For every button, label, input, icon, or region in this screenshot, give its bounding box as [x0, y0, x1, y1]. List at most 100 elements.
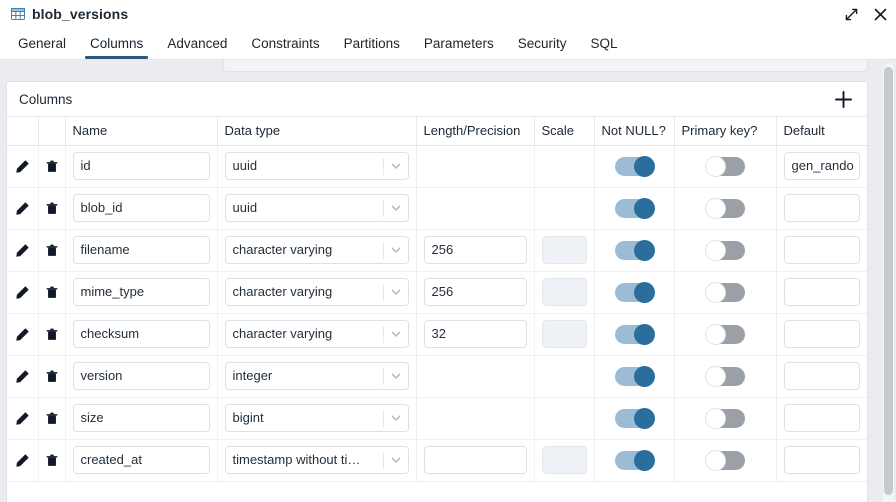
data-type-select[interactable]: character varying — [224, 320, 409, 348]
primary-key-toggle[interactable] — [704, 365, 745, 387]
not-null-toggle[interactable] — [614, 407, 655, 429]
column-name-input[interactable]: created_at — [72, 446, 210, 474]
row-delete-cell[interactable] — [38, 145, 66, 188]
default-value-input[interactable] — [783, 446, 860, 474]
header-not-null[interactable]: Not NULL? — [594, 117, 675, 146]
row-delete-cell[interactable] — [38, 397, 66, 440]
default-value-input[interactable] — [783, 320, 860, 348]
data-type-select[interactable]: uuid — [224, 194, 409, 222]
cell-length[interactable] — [416, 355, 535, 398]
default-value-input[interactable] — [783, 278, 860, 306]
column-name-input[interactable]: blob_id — [72, 194, 210, 222]
edit-pencil-icon[interactable] — [14, 440, 31, 481]
trash-icon[interactable] — [46, 146, 58, 187]
row-delete-cell[interactable] — [38, 355, 66, 398]
chevron-down-icon[interactable] — [390, 363, 402, 389]
cell-not-null[interactable] — [594, 439, 675, 482]
data-type-select[interactable]: character varying — [224, 278, 409, 306]
column-name-input[interactable]: checksum — [72, 320, 210, 348]
column-name-input[interactable]: version — [72, 362, 210, 390]
tab-general[interactable]: General — [6, 28, 78, 59]
row-edit-cell[interactable] — [7, 313, 39, 356]
scale-input[interactable] — [541, 446, 587, 474]
cell-length[interactable] — [416, 439, 535, 482]
cell-data-type[interactable]: integer — [217, 355, 417, 398]
cell-name[interactable]: checksum — [65, 313, 218, 356]
column-name-input[interactable]: size — [72, 404, 210, 432]
cell-length[interactable]: 32 — [416, 313, 535, 356]
edit-pencil-icon[interactable] — [14, 188, 31, 229]
cell-default[interactable] — [776, 439, 867, 482]
cell-scale[interactable] — [534, 187, 595, 230]
data-type-select[interactable]: character varying — [224, 236, 409, 264]
row-edit-cell[interactable] — [7, 145, 39, 188]
chevron-down-icon[interactable] — [390, 405, 402, 431]
expand-icon[interactable] — [843, 6, 859, 22]
data-type-select[interactable]: timestamp without ti… — [224, 446, 409, 474]
cell-scale[interactable] — [534, 145, 595, 188]
header-default[interactable]: Default — [776, 117, 867, 146]
cell-scale[interactable] — [534, 355, 595, 398]
cell-not-null[interactable] — [594, 229, 675, 272]
cell-primary-key[interactable] — [674, 145, 777, 188]
row-edit-cell[interactable] — [7, 229, 39, 272]
cell-length[interactable] — [416, 397, 535, 440]
close-icon[interactable] — [872, 6, 888, 22]
chevron-down-icon[interactable] — [390, 195, 402, 221]
scrolled-field-above[interactable] — [223, 60, 868, 72]
edit-pencil-icon[interactable] — [14, 230, 31, 271]
cell-default[interactable] — [776, 271, 867, 314]
cell-data-type[interactable]: timestamp without ti… — [217, 439, 417, 482]
cell-scale[interactable] — [534, 439, 595, 482]
data-type-select[interactable]: integer — [224, 362, 409, 390]
cell-not-null[interactable] — [594, 187, 675, 230]
row-delete-cell[interactable] — [38, 187, 66, 230]
not-null-toggle[interactable] — [614, 197, 655, 219]
edit-pencil-icon[interactable] — [14, 314, 31, 355]
tab-constraints[interactable]: Constraints — [239, 28, 331, 59]
cell-default[interactable] — [776, 397, 867, 440]
cell-data-type[interactable]: character varying — [217, 271, 417, 314]
header-data-type[interactable]: Data type — [217, 117, 417, 146]
cell-not-null[interactable] — [594, 355, 675, 398]
cell-data-type[interactable]: uuid — [217, 145, 417, 188]
default-value-input[interactable] — [783, 236, 860, 264]
header-scale[interactable]: Scale — [534, 117, 595, 146]
cell-not-null[interactable] — [594, 145, 675, 188]
primary-key-toggle[interactable] — [704, 239, 745, 261]
length-precision-input[interactable]: 256 — [423, 278, 527, 306]
cell-not-null[interactable] — [594, 313, 675, 356]
row-delete-cell[interactable] — [38, 271, 66, 314]
chevron-down-icon[interactable] — [390, 447, 402, 473]
cell-primary-key[interactable] — [674, 313, 777, 356]
cell-scale[interactable] — [534, 313, 595, 356]
length-precision-input[interactable]: 256 — [423, 236, 527, 264]
cell-default[interactable]: gen_rando — [776, 145, 867, 188]
not-null-toggle[interactable] — [614, 281, 655, 303]
default-value-input[interactable] — [783, 404, 860, 432]
cell-name[interactable]: size — [65, 397, 218, 440]
cell-name[interactable]: filename — [65, 229, 218, 272]
column-name-input[interactable]: filename — [72, 236, 210, 264]
primary-key-toggle[interactable] — [704, 449, 745, 471]
trash-icon[interactable] — [46, 272, 58, 313]
cell-primary-key[interactable] — [674, 229, 777, 272]
chevron-down-icon[interactable] — [390, 237, 402, 263]
cell-data-type[interactable]: bigint — [217, 397, 417, 440]
cell-data-type[interactable]: uuid — [217, 187, 417, 230]
length-precision-input[interactable]: 32 — [423, 320, 527, 348]
cell-scale[interactable] — [534, 271, 595, 314]
row-delete-cell[interactable] — [38, 229, 66, 272]
cell-name[interactable]: blob_id — [65, 187, 218, 230]
row-delete-cell[interactable] — [38, 313, 66, 356]
tab-advanced[interactable]: Advanced — [155, 28, 239, 59]
cell-primary-key[interactable] — [674, 355, 777, 398]
not-null-toggle[interactable] — [614, 239, 655, 261]
not-null-toggle[interactable] — [614, 365, 655, 387]
primary-key-toggle[interactable] — [704, 281, 745, 303]
cell-name[interactable]: mime_type — [65, 271, 218, 314]
trash-icon[interactable] — [46, 314, 58, 355]
trash-icon[interactable] — [46, 356, 58, 397]
default-value-input[interactable] — [783, 194, 860, 222]
cell-length[interactable]: 256 — [416, 271, 535, 314]
